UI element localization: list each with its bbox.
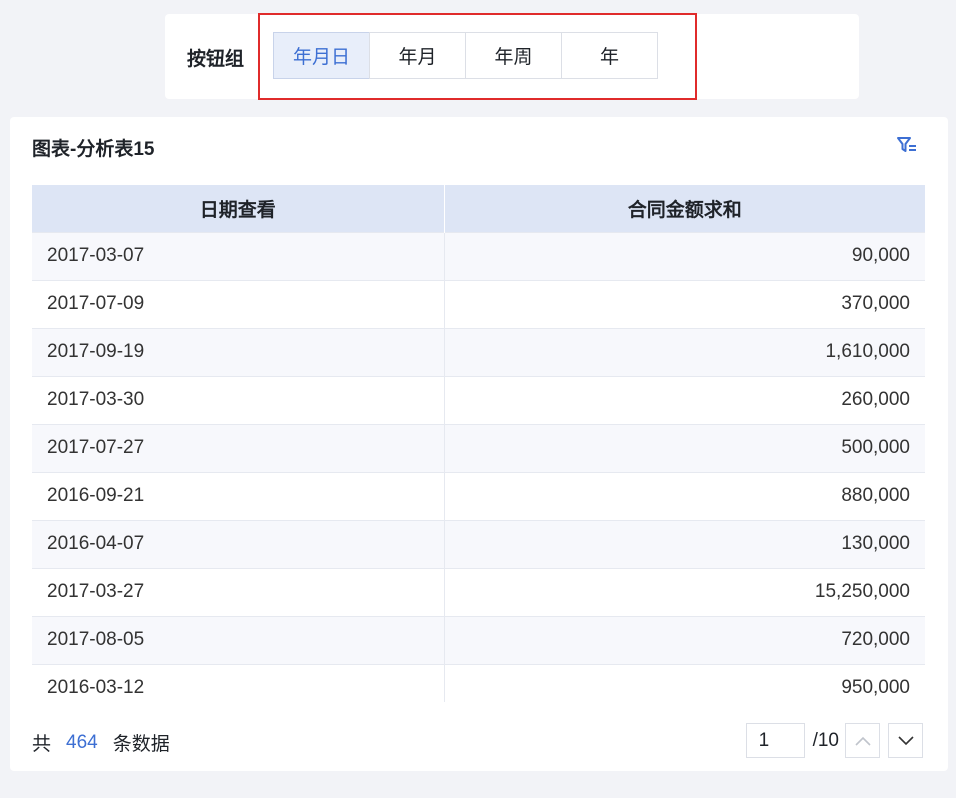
cell-date: 2016-09-21	[32, 471, 445, 520]
data-table-container[interactable]: 日期查看 合同金额求和 2017-03-07 90,000 2017-07-09 37…	[32, 185, 925, 702]
page-number-input[interactable]	[745, 723, 805, 758]
button-group-label: 按钮组	[187, 49, 245, 70]
pagination: /10	[745, 723, 923, 758]
cell-amount: 260,000	[444, 375, 925, 424]
column-header-amount[interactable]: 合同金额求和	[444, 185, 925, 232]
table-row[interactable]: 2017-03-07 90,000	[32, 231, 925, 280]
cell-amount: 950,000	[444, 663, 925, 702]
filter-icon[interactable]	[896, 135, 918, 155]
cell-amount: 880,000	[444, 471, 925, 520]
cell-amount: 1,610,000	[444, 327, 925, 376]
cell-amount: 500,000	[444, 423, 925, 472]
cell-date: 2016-04-07	[32, 519, 445, 568]
cell-date: 2017-09-19	[32, 327, 445, 376]
cell-date: 2017-03-07	[32, 231, 445, 280]
column-header-date[interactable]: 日期查看	[32, 185, 445, 232]
cell-amount: 90,000	[444, 231, 925, 280]
table-card: 图表-分析表15 日期查看 合同金额求和 2017-03-07 90,000 201…	[10, 117, 948, 771]
table-row[interactable]: 2017-03-27 15,250,000	[32, 567, 925, 616]
cell-date: 2017-07-09	[32, 279, 445, 328]
total-prefix: 共	[32, 734, 52, 755]
next-page-button[interactable]	[888, 723, 923, 758]
table-row[interactable]: 2017-03-30 260,000	[32, 375, 925, 424]
cell-date: 2017-03-27	[32, 567, 445, 616]
table-row[interactable]: 2017-08-05 720,000	[32, 615, 925, 664]
cell-amount: 370,000	[444, 279, 925, 328]
chevron-down-icon	[897, 735, 914, 745]
cell-amount: 720,000	[444, 615, 925, 664]
segment-year-month-day[interactable]: 年月日	[273, 32, 370, 79]
page-total: /10	[812, 729, 839, 751]
cell-amount: 15,250,000	[444, 567, 925, 616]
segment-year[interactable]: 年	[561, 32, 658, 79]
segment-year-month[interactable]: 年月	[369, 32, 466, 79]
total-count-text: 共 464 条数据	[32, 729, 170, 756]
total-count: 464	[66, 731, 98, 753]
cell-date: 2016-03-12	[32, 663, 445, 702]
table-row[interactable]: 2017-09-19 1,610,000	[32, 327, 925, 376]
table-row[interactable]: 2016-09-21 880,000	[32, 471, 925, 520]
table-row[interactable]: 2016-04-07 130,000	[32, 519, 925, 568]
table-row[interactable]: 2016-03-12 950,000	[32, 663, 925, 702]
cell-date: 2017-03-30	[32, 375, 445, 424]
chevron-up-icon	[854, 736, 871, 746]
cell-date: 2017-07-27	[32, 423, 445, 472]
button-group: 年月日 年月 年周 年	[273, 32, 658, 79]
table-row[interactable]: 2017-07-09 370,000	[32, 279, 925, 328]
segment-year-week[interactable]: 年周	[465, 32, 562, 79]
total-suffix: 条数据	[112, 734, 170, 755]
cell-amount: 130,000	[444, 519, 925, 568]
table-row[interactable]: 2017-07-27 500,000	[32, 423, 925, 472]
card-title: 图表-分析表15	[32, 139, 155, 160]
table-header-row: 日期查看 合同金额求和	[32, 185, 925, 232]
cell-date: 2017-08-05	[32, 615, 445, 664]
prev-page-button[interactable]	[845, 723, 880, 758]
data-table: 日期查看 合同金额求和 2017-03-07 90,000 2017-07-09 37…	[32, 185, 925, 702]
